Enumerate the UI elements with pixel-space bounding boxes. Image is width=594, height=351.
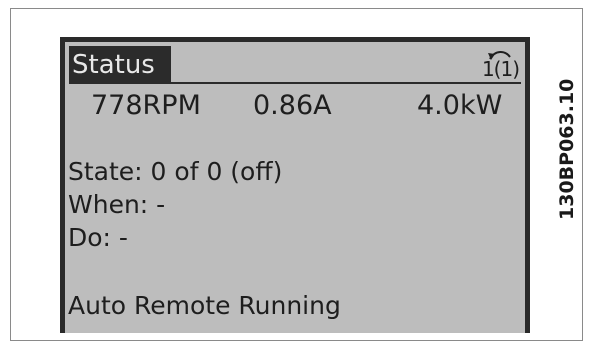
when-line: When: -: [68, 190, 166, 219]
display-title: Status: [69, 46, 171, 84]
reading-current: 0.86A: [253, 90, 332, 121]
reading-power: 4.0kW: [417, 90, 503, 121]
do-line: Do: -: [68, 223, 128, 252]
reading-speed: 778RPM: [91, 90, 201, 121]
menu-indicator: 1(1): [467, 48, 520, 82]
figure-code-text: 130BP063.10: [556, 78, 578, 220]
status-line: Auto Remote Running: [68, 291, 341, 320]
figure-code: 130BP063.10: [534, 40, 578, 220]
info-lines: State: 0 of 0 (off) When: - Do: -: [68, 155, 282, 254]
title-row: Status 1(1): [69, 46, 521, 84]
lcd-display: Status 1(1) 778RPM 0.86A 4.0kW State: 0 …: [60, 37, 530, 333]
readings-row: 778RPM 0.86A 4.0kW: [65, 88, 525, 124]
state-line: State: 0 of 0 (off): [68, 157, 283, 186]
menu-indicator-number: 1(1): [481, 57, 520, 81]
